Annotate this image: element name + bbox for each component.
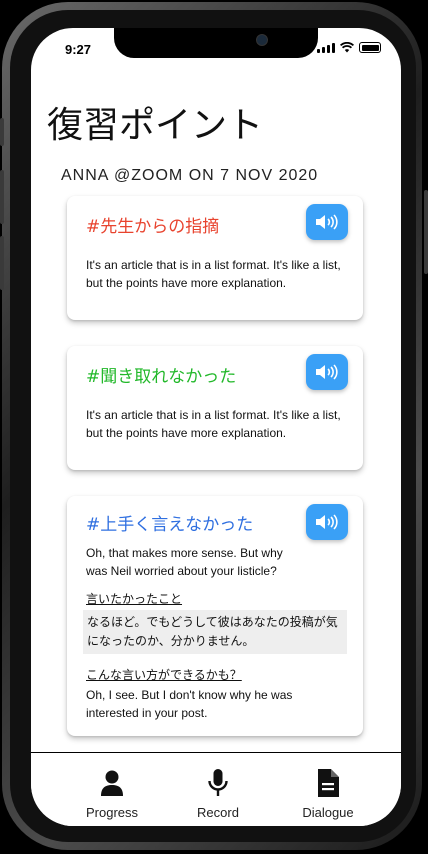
mute-switch — [0, 118, 4, 146]
signal-icon — [317, 43, 335, 53]
review-card-teacher-feedback: #先生からの指摘 It's an article that is in a li… — [67, 196, 363, 320]
phone-frame: 9:27 復習ポイント ANNA @ZOOM ON 7 NOV 2020 #先生… — [0, 0, 428, 854]
card-title: #上手く言えなかった — [86, 515, 254, 535]
session-subtitle: ANNA @ZOOM ON 7 NOV 2020 — [61, 167, 319, 184]
nav-progress[interactable]: Progress — [67, 767, 157, 820]
wanted-to-say-label: 言いたかったこと — [86, 592, 183, 606]
app-screen: 9:27 復習ポイント ANNA @ZOOM ON 7 NOV 2020 #先生… — [31, 28, 401, 826]
notch — [114, 28, 318, 58]
speaker-icon — [316, 514, 338, 530]
wifi-icon — [340, 42, 354, 53]
play-audio-button[interactable] — [306, 204, 348, 240]
card-title: #先生からの指摘 — [86, 217, 220, 237]
microphone-icon — [208, 769, 228, 796]
card-title: #聞き取れなかった — [86, 367, 237, 387]
status-time: 9:27 — [65, 42, 92, 57]
volume-down-button — [0, 236, 4, 290]
bottom-nav: Progress Record Dialogue — [31, 753, 401, 826]
battery-icon — [359, 42, 381, 53]
play-audio-button[interactable] — [306, 354, 348, 390]
page-title: 復習ポイント — [47, 105, 264, 146]
status-icons — [317, 42, 381, 53]
nav-label: Progress — [85, 805, 139, 820]
power-button — [424, 190, 428, 274]
nav-record[interactable]: Record — [173, 767, 263, 820]
suggestion-label: こんな言い方ができるかも？ — [86, 668, 242, 682]
speaker-icon — [316, 364, 338, 380]
camera-icon — [256, 34, 268, 46]
wanted-to-say-text: なるほど。でもどうして彼はあなたの投稿が気になったのか、分かりません。 — [83, 610, 347, 654]
document-icon — [318, 769, 339, 797]
nav-dialogue[interactable]: Dialogue — [283, 767, 373, 820]
card-body: Oh, that makes more sense. But why was N… — [86, 546, 283, 578]
volume-up-button — [0, 170, 4, 224]
nav-label: Dialogue — [302, 805, 354, 820]
review-card-hard-to-say: #上手く言えなかった Oh, that makes more sense. Bu… — [67, 496, 363, 736]
card-body: It's an article that is in a list format… — [86, 258, 341, 290]
person-icon — [101, 770, 123, 796]
review-card-missed-listening: #聞き取れなかった It's an article that is in a l… — [67, 346, 363, 470]
card-body: It's an article that is in a list format… — [86, 408, 341, 440]
speaker-icon — [316, 214, 338, 230]
play-audio-button[interactable] — [306, 504, 348, 540]
suggestion-text: Oh, I see. But I don't know why he was i… — [86, 688, 293, 720]
nav-label: Record — [197, 805, 239, 820]
